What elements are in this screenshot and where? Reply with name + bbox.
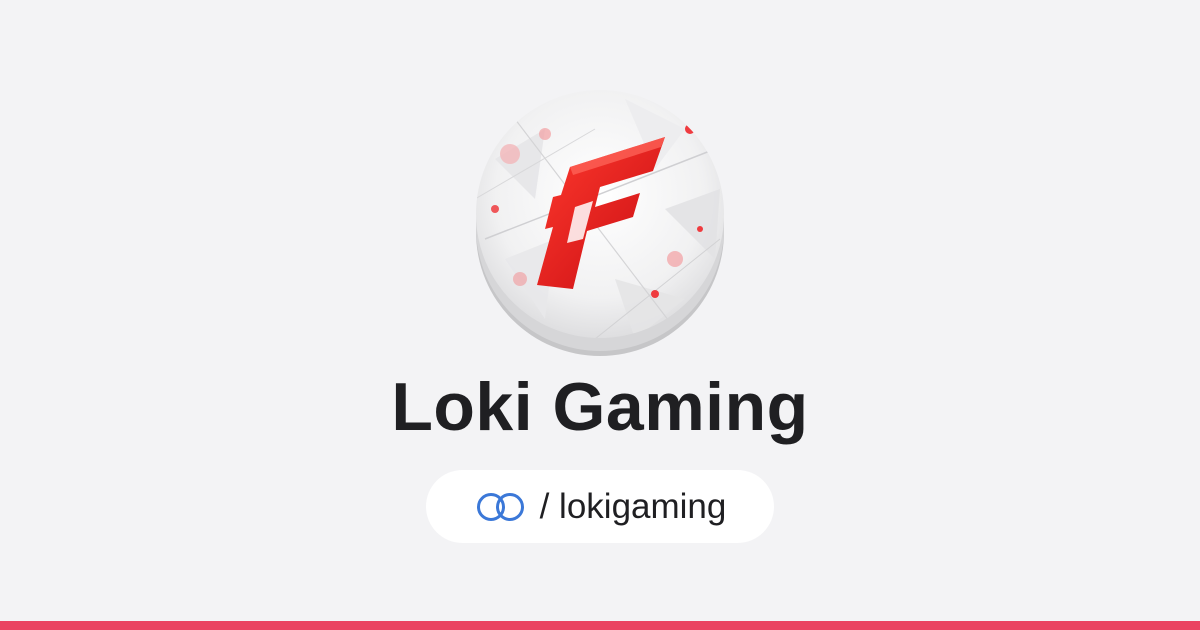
- profile-name: Loki Gaming: [391, 369, 809, 445]
- profile-handle-link[interactable]: / lokigaming: [426, 470, 774, 543]
- loki-gaming-logo-icon: [476, 90, 724, 356]
- profile-handle: / lokigaming: [539, 486, 727, 526]
- linktree-rings-icon: [476, 492, 524, 521]
- accent-bar: [0, 621, 1200, 630]
- profile-avatar: [475, 89, 725, 357]
